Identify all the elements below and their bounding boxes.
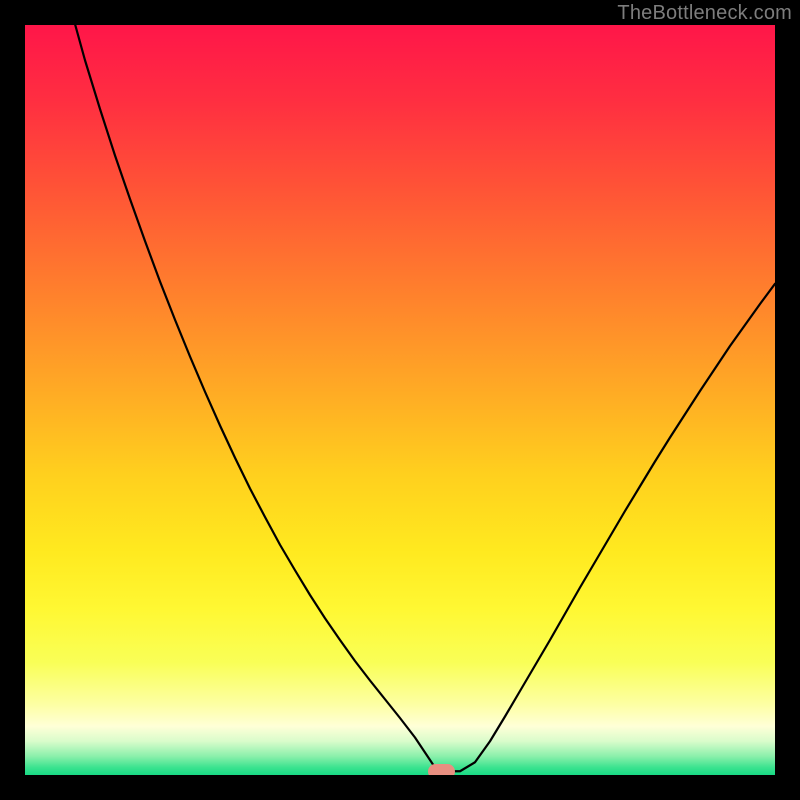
watermark-text: TheBottleneck.com bbox=[617, 2, 792, 25]
chart-frame: TheBottleneck.com bbox=[0, 0, 800, 800]
min-marker bbox=[428, 764, 455, 775]
bottleneck-curve bbox=[25, 25, 775, 775]
plot-area bbox=[25, 25, 775, 775]
